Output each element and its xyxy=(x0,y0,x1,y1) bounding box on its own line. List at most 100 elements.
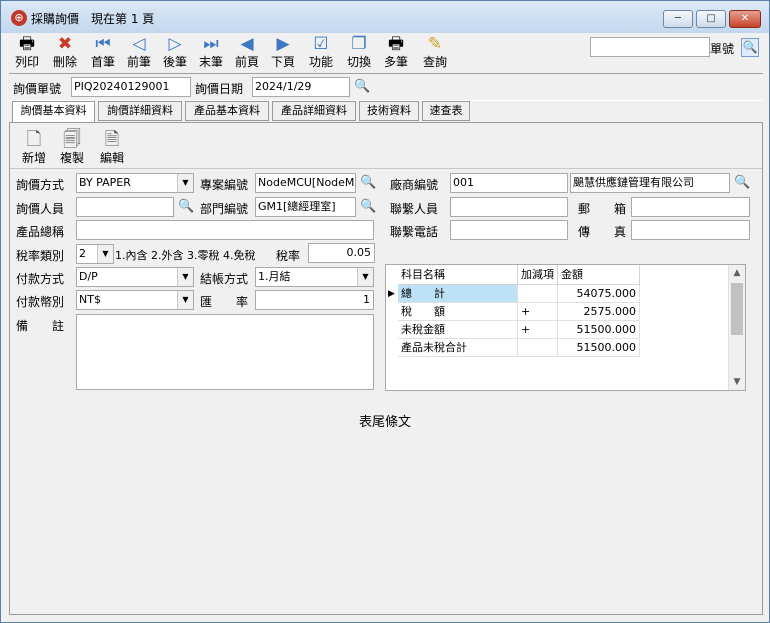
tab-tech-data[interactable]: 技術資料 xyxy=(359,101,419,121)
chevron-down-icon: ▼ xyxy=(357,268,373,286)
project-label: 專案編號 xyxy=(200,178,249,192)
print-button[interactable]: 🖶 列印 xyxy=(9,33,45,73)
table-cell[interactable]: 51500.000 xyxy=(558,339,640,357)
panel-divider xyxy=(10,168,762,169)
chevron-down-icon: ▼ xyxy=(97,245,113,263)
order-search-button[interactable]: 🔍 xyxy=(741,38,759,57)
table-row[interactable]: 產品未稅合計 xyxy=(398,339,518,357)
first-record-button[interactable]: ⏮ 首筆 xyxy=(85,33,121,73)
tab-product-detail[interactable]: 產品詳細資料 xyxy=(272,101,356,121)
product-field[interactable] xyxy=(76,220,374,240)
billing-select[interactable]: 1.月結 ▼ xyxy=(255,267,374,287)
vendor-lookup-icon[interactable]: 🔍 xyxy=(734,175,750,191)
copy-icon: 🗐 xyxy=(63,129,81,150)
grid-header-sign[interactable]: 加減項 xyxy=(518,265,558,285)
fax-field[interactable] xyxy=(631,220,750,240)
maximize-button[interactable]: □ xyxy=(696,10,726,28)
project-field[interactable]: NodeMCU[NodeMCU xyxy=(255,173,356,193)
remark-textarea[interactable] xyxy=(76,314,374,390)
date-lookup-icon[interactable]: 🔍 xyxy=(354,79,370,95)
contact-field[interactable] xyxy=(450,197,568,217)
inquiry-date-field[interactable]: 2024/1/29 xyxy=(252,77,350,97)
next-page-button[interactable]: ▶ 下頁 xyxy=(265,33,301,73)
payment-select[interactable]: D/P ▼ xyxy=(76,267,194,287)
minimize-button[interactable]: ─ xyxy=(663,10,693,28)
prev-record-button[interactable]: ◁ 前筆 xyxy=(121,33,157,73)
inquiry-date-label: 詢價日期 xyxy=(195,82,244,96)
person-label: 詢價人員 xyxy=(16,202,65,216)
new-button[interactable]: 🗋 新增 xyxy=(16,129,52,169)
chevron-up-icon[interactable]: ▲ xyxy=(729,265,745,281)
vendor-name-field[interactable]: 颶慧供應鏈管理有限公司 xyxy=(570,173,730,193)
currency-select[interactable]: NT$ ▼ xyxy=(76,290,194,310)
chevron-down-icon[interactable]: ▼ xyxy=(729,374,745,390)
prev-page-button[interactable]: ◀ 前頁 xyxy=(229,33,265,73)
window-title: 採購詢價 現在第 1 頁 xyxy=(31,12,155,26)
scrollbar-thumb[interactable] xyxy=(731,283,743,335)
grid-header-amount[interactable]: 金額 xyxy=(558,265,640,285)
current-row-indicator-icon: ▶ xyxy=(388,289,395,299)
taxrate-field[interactable]: 0.05 xyxy=(308,243,375,263)
table-cell[interactable] xyxy=(518,339,558,357)
prev-icon: ◁ xyxy=(132,34,146,54)
last-icon: ⏭ xyxy=(203,34,219,54)
table-cell[interactable]: + xyxy=(518,321,558,339)
query-button[interactable]: ✎ 查詢 xyxy=(417,33,453,73)
person-lookup-icon[interactable]: 🔍 xyxy=(178,199,194,215)
postal-field[interactable] xyxy=(631,197,750,217)
dept-label: 部門編號 xyxy=(200,202,249,216)
new-document-icon: 🗋 xyxy=(26,129,42,150)
header-bar: 詢價單號 PIQ20240129001 詢價日期 2024/1/29 🔍 xyxy=(9,73,763,101)
page-status: 現在第 1 頁 xyxy=(91,12,155,26)
next-page-icon: ▶ xyxy=(276,34,290,54)
tab-quick-lookup[interactable]: 速查表 xyxy=(422,101,470,121)
project-lookup-icon[interactable]: 🔍 xyxy=(360,175,376,191)
fax-label: 傳 真 xyxy=(578,225,627,239)
next-icon: ▷ xyxy=(168,34,182,54)
function-button[interactable]: ☑ 功能 xyxy=(303,33,339,73)
method-label: 詢價方式 xyxy=(16,178,65,192)
app-icon: ⊕ xyxy=(11,10,27,26)
copy-button[interactable]: 🗐 複製 xyxy=(54,129,90,169)
chevron-down-icon: ▼ xyxy=(177,268,193,286)
order-search-label: 單號 xyxy=(710,42,735,56)
table-cell[interactable]: + xyxy=(518,303,558,321)
table-cell[interactable] xyxy=(518,285,558,303)
delete-button[interactable]: ✖ 刪除 xyxy=(47,33,83,73)
dept-lookup-icon[interactable]: 🔍 xyxy=(360,199,376,215)
chevron-down-icon: ▼ xyxy=(177,174,193,192)
order-search-input[interactable] xyxy=(590,37,710,57)
tab-product-basic[interactable]: 產品基本資料 xyxy=(185,101,269,121)
table-cell[interactable]: 2575.000 xyxy=(558,303,640,321)
phone-field[interactable] xyxy=(450,220,568,240)
grid-header-subject[interactable]: 科目名稱 xyxy=(398,265,518,285)
multi-record-button[interactable]: 🖶 多筆 xyxy=(378,33,414,73)
table-row[interactable]: 稅 額 xyxy=(398,303,518,321)
edit-button[interactable]: 🗎 編輯 xyxy=(94,129,130,169)
delete-icon: ✖ xyxy=(57,34,73,54)
next-record-button[interactable]: ▷ 後筆 xyxy=(157,33,193,73)
payment-label: 付款方式 xyxy=(16,272,65,286)
inquiry-no-field[interactable]: PIQ20240129001 xyxy=(71,77,191,97)
exrate-field[interactable]: 1 xyxy=(255,290,374,310)
query-icon: ✎ xyxy=(427,34,443,54)
remark-label: 備 註 xyxy=(16,319,65,333)
vendor-no-field[interactable]: 001 xyxy=(450,173,568,193)
prev-page-icon: ◀ xyxy=(240,34,254,54)
table-cell[interactable]: 54075.000 xyxy=(558,285,640,303)
method-select[interactable]: BY PAPER ▼ xyxy=(76,173,194,193)
last-record-button[interactable]: ⏭ 末筆 xyxy=(193,33,229,73)
tab-inquiry-basic[interactable]: 詢價基本資料 xyxy=(12,101,95,123)
table-cell[interactable]: 51500.000 xyxy=(558,321,640,339)
grid-scrollbar[interactable]: ▲ ▼ xyxy=(728,265,745,390)
title-bar: ⊕ 採購詢價 現在第 1 頁 ─ □ ✕ xyxy=(1,1,769,33)
person-field[interactable] xyxy=(76,197,174,217)
exrate-label: 匯 率 xyxy=(200,295,249,309)
table-row[interactable]: 總 計 xyxy=(398,285,518,303)
switch-button[interactable]: ❐ 切換 xyxy=(341,33,377,73)
taxtype-select[interactable]: 2 ▼ xyxy=(76,244,114,264)
close-button[interactable]: ✕ xyxy=(729,10,761,28)
table-row[interactable]: 未稅金額 xyxy=(398,321,518,339)
tab-inquiry-detail[interactable]: 詢價詳細資料 xyxy=(98,101,182,121)
dept-field[interactable]: GM1[總經理室] xyxy=(255,197,356,217)
